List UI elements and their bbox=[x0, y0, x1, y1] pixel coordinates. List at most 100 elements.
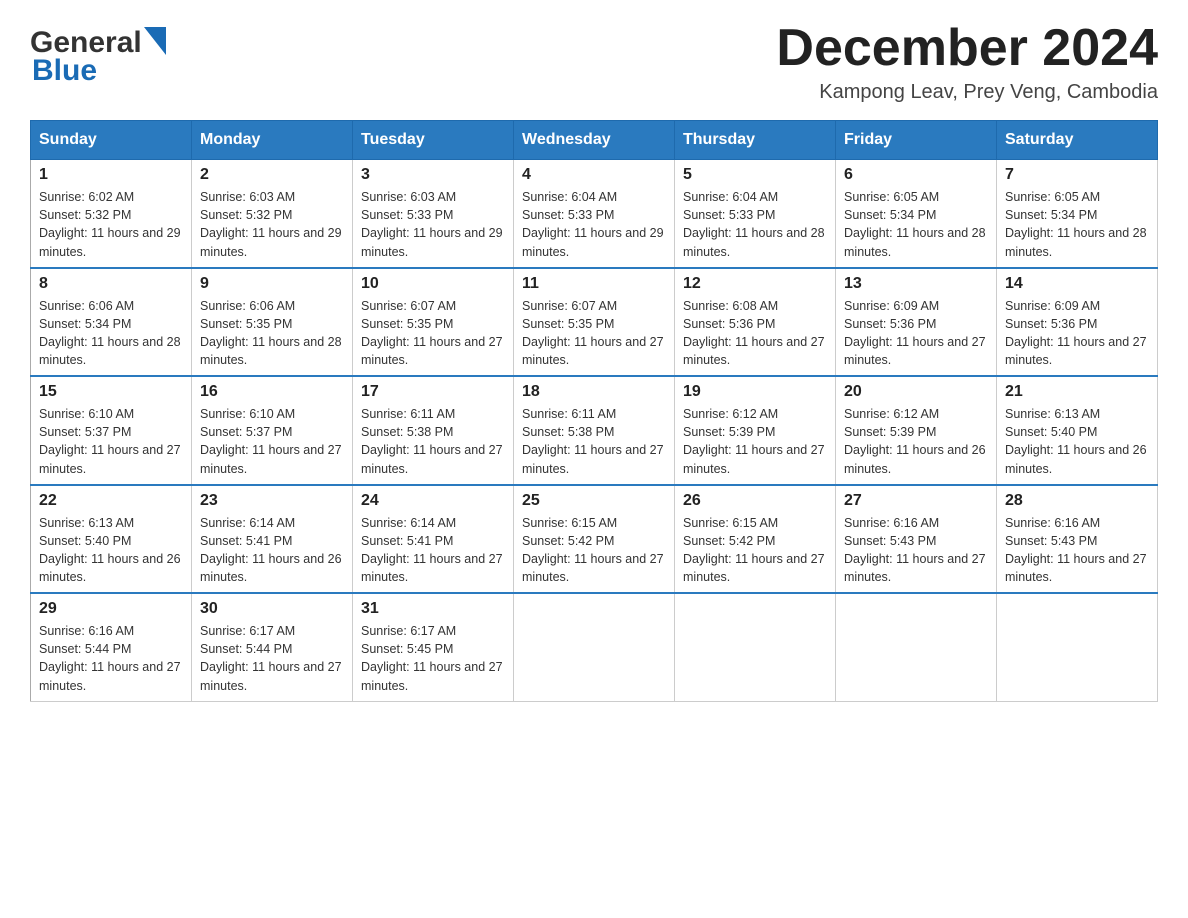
calendar-week-row: 8 Sunrise: 6:06 AMSunset: 5:34 PMDaylight… bbox=[31, 268, 1158, 377]
day-number: 25 bbox=[522, 492, 666, 510]
day-info: Sunrise: 6:10 AMSunset: 5:37 PMDaylight:… bbox=[39, 405, 183, 478]
day-info: Sunrise: 6:04 AMSunset: 5:33 PMDaylight:… bbox=[683, 188, 827, 261]
calendar-cell: 7Sunrise: 6:05 AMSunset: 5:34 PMDaylight… bbox=[997, 160, 1158, 268]
calendar-cell: 19Sunrise: 6:12 AMSunset: 5:39 PMDayligh… bbox=[675, 376, 836, 485]
calendar-cell: 14Sunrise: 6:09 AMSunset: 5:36 PMDayligh… bbox=[997, 268, 1158, 377]
day-number: 1 bbox=[39, 166, 183, 184]
page-header: General Blue December 2024 Kampong Leav,… bbox=[30, 20, 1158, 104]
calendar-cell: 10 Sunrise: 6:07 AMSunset: 5:35 PMDayligh… bbox=[353, 268, 514, 377]
calendar-cell: 11Sunrise: 6:07 AMSunset: 5:35 PMDayligh… bbox=[514, 268, 675, 377]
day-number: 4 bbox=[522, 166, 666, 184]
calendar-cell: 9 Sunrise: 6:06 AMSunset: 5:35 PMDaylight… bbox=[192, 268, 353, 377]
calendar-week-row: 1 Sunrise: 6:02 AMSunset: 5:32 PMDaylight… bbox=[31, 160, 1158, 268]
day-info: Sunrise: 6:09 AMSunset: 5:36 PMDaylight:… bbox=[844, 297, 988, 370]
calendar-cell: 28Sunrise: 6:16 AMSunset: 5:43 PMDayligh… bbox=[997, 485, 1158, 594]
day-number: 8 bbox=[39, 275, 183, 293]
day-info: Sunrise: 6:12 AMSunset: 5:39 PMDaylight:… bbox=[683, 405, 827, 478]
calendar-week-row: 29 Sunrise: 6:16 AMSunset: 5:44 PMDayligh… bbox=[31, 593, 1158, 701]
day-number: 11 bbox=[522, 275, 666, 293]
day-info: Sunrise: 6:16 AMSunset: 5:44 PMDaylight:… bbox=[39, 622, 183, 695]
day-number: 27 bbox=[844, 492, 988, 510]
calendar-table: SundayMondayTuesdayWednesdayThursdayFrid… bbox=[30, 120, 1158, 702]
calendar-cell: 20Sunrise: 6:12 AMSunset: 5:39 PMDayligh… bbox=[836, 376, 997, 485]
calendar-cell: 3 Sunrise: 6:03 AMSunset: 5:33 PMDaylight… bbox=[353, 160, 514, 268]
calendar-cell: 21 Sunrise: 6:13 AMSunset: 5:40 PMDayligh… bbox=[997, 376, 1158, 485]
day-info: Sunrise: 6:04 AMSunset: 5:33 PMDaylight:… bbox=[522, 188, 666, 261]
logo-arrow-icon bbox=[144, 27, 166, 55]
day-header-friday: Friday bbox=[836, 121, 997, 160]
month-title: December 2024 bbox=[776, 20, 1158, 77]
day-info: Sunrise: 6:15 AMSunset: 5:42 PMDaylight:… bbox=[522, 514, 666, 587]
day-info: Sunrise: 6:14 AMSunset: 5:41 PMDaylight:… bbox=[200, 514, 344, 587]
calendar-cell bbox=[514, 593, 675, 701]
day-number: 7 bbox=[1005, 166, 1149, 184]
calendar-cell: 4 Sunrise: 6:04 AMSunset: 5:33 PMDaylight… bbox=[514, 160, 675, 268]
day-number: 21 bbox=[1005, 383, 1149, 401]
calendar-cell bbox=[997, 593, 1158, 701]
day-info: Sunrise: 6:03 AMSunset: 5:33 PMDaylight:… bbox=[361, 188, 505, 261]
day-number: 30 bbox=[200, 600, 344, 618]
day-number: 29 bbox=[39, 600, 183, 618]
day-info: Sunrise: 6:02 AMSunset: 5:32 PMDaylight:… bbox=[39, 188, 183, 261]
day-header-monday: Monday bbox=[192, 121, 353, 160]
day-number: 17 bbox=[361, 383, 505, 401]
day-number: 15 bbox=[39, 383, 183, 401]
calendar-week-row: 22 Sunrise: 6:13 AMSunset: 5:40 PMDayligh… bbox=[31, 485, 1158, 594]
day-number: 23 bbox=[200, 492, 344, 510]
calendar-cell: 23 Sunrise: 6:14 AMSunset: 5:41 PMDayligh… bbox=[192, 485, 353, 594]
calendar-cell: 29 Sunrise: 6:16 AMSunset: 5:44 PMDayligh… bbox=[31, 593, 192, 701]
calendar-cell: 8 Sunrise: 6:06 AMSunset: 5:34 PMDaylight… bbox=[31, 268, 192, 377]
day-number: 3 bbox=[361, 166, 505, 184]
calendar-cell: 17 Sunrise: 6:11 AMSunset: 5:38 PMDayligh… bbox=[353, 376, 514, 485]
calendar-cell: 26Sunrise: 6:15 AMSunset: 5:42 PMDayligh… bbox=[675, 485, 836, 594]
calendar-week-row: 15 Sunrise: 6:10 AMSunset: 5:37 PMDayligh… bbox=[31, 376, 1158, 485]
calendar-cell: 15 Sunrise: 6:10 AMSunset: 5:37 PMDayligh… bbox=[31, 376, 192, 485]
calendar-cell bbox=[675, 593, 836, 701]
calendar-cell: 2Sunrise: 6:03 AMSunset: 5:32 PMDaylight… bbox=[192, 160, 353, 268]
day-number: 20 bbox=[844, 383, 988, 401]
title-area: December 2024 Kampong Leav, Prey Veng, C… bbox=[776, 20, 1158, 104]
day-info: Sunrise: 6:17 AMSunset: 5:45 PMDaylight:… bbox=[361, 622, 505, 695]
day-number: 14 bbox=[1005, 275, 1149, 293]
day-number: 22 bbox=[39, 492, 183, 510]
day-number: 26 bbox=[683, 492, 827, 510]
day-info: Sunrise: 6:05 AMSunset: 5:34 PMDaylight:… bbox=[844, 188, 988, 261]
day-number: 28 bbox=[1005, 492, 1149, 510]
calendar-cell: 6 Sunrise: 6:05 AMSunset: 5:34 PMDaylight… bbox=[836, 160, 997, 268]
day-info: Sunrise: 6:13 AMSunset: 5:40 PMDaylight:… bbox=[39, 514, 183, 587]
day-number: 10 bbox=[361, 275, 505, 293]
day-header-saturday: Saturday bbox=[997, 121, 1158, 160]
day-info: Sunrise: 6:07 AMSunset: 5:35 PMDaylight:… bbox=[361, 297, 505, 370]
day-info: Sunrise: 6:06 AMSunset: 5:35 PMDaylight:… bbox=[200, 297, 344, 370]
calendar-cell: 22 Sunrise: 6:13 AMSunset: 5:40 PMDayligh… bbox=[31, 485, 192, 594]
day-number: 31 bbox=[361, 600, 505, 618]
calendar-cell: 13 Sunrise: 6:09 AMSunset: 5:36 PMDayligh… bbox=[836, 268, 997, 377]
calendar-cell: 5Sunrise: 6:04 AMSunset: 5:33 PMDaylight… bbox=[675, 160, 836, 268]
day-info: Sunrise: 6:17 AMSunset: 5:44 PMDaylight:… bbox=[200, 622, 344, 695]
day-number: 2 bbox=[200, 166, 344, 184]
calendar-cell: 12Sunrise: 6:08 AMSunset: 5:36 PMDayligh… bbox=[675, 268, 836, 377]
calendar-cell: 30 Sunrise: 6:17 AMSunset: 5:44 PMDayligh… bbox=[192, 593, 353, 701]
day-header-wednesday: Wednesday bbox=[514, 121, 675, 160]
day-info: Sunrise: 6:16 AMSunset: 5:43 PMDaylight:… bbox=[844, 514, 988, 587]
day-number: 18 bbox=[522, 383, 666, 401]
day-info: Sunrise: 6:11 AMSunset: 5:38 PMDaylight:… bbox=[361, 405, 505, 478]
day-number: 16 bbox=[200, 383, 344, 401]
day-info: Sunrise: 6:13 AMSunset: 5:40 PMDaylight:… bbox=[1005, 405, 1149, 478]
calendar-cell: 27 Sunrise: 6:16 AMSunset: 5:43 PMDayligh… bbox=[836, 485, 997, 594]
calendar-cell: 24Sunrise: 6:14 AMSunset: 5:41 PMDayligh… bbox=[353, 485, 514, 594]
day-header-sunday: Sunday bbox=[31, 121, 192, 160]
calendar-cell: 31 Sunrise: 6:17 AMSunset: 5:45 PMDayligh… bbox=[353, 593, 514, 701]
calendar-cell: 25 Sunrise: 6:15 AMSunset: 5:42 PMDayligh… bbox=[514, 485, 675, 594]
day-number: 12 bbox=[683, 275, 827, 293]
logo-blue-text: Blue bbox=[32, 54, 97, 88]
logo: General Blue bbox=[30, 20, 166, 88]
day-number: 13 bbox=[844, 275, 988, 293]
day-info: Sunrise: 6:10 AMSunset: 5:37 PMDaylight:… bbox=[200, 405, 344, 478]
day-info: Sunrise: 6:06 AMSunset: 5:34 PMDaylight:… bbox=[39, 297, 183, 370]
day-number: 9 bbox=[200, 275, 344, 293]
day-number: 6 bbox=[844, 166, 988, 184]
day-number: 24 bbox=[361, 492, 505, 510]
calendar-cell bbox=[836, 593, 997, 701]
calendar-header-row: SundayMondayTuesdayWednesdayThursdayFrid… bbox=[31, 121, 1158, 160]
